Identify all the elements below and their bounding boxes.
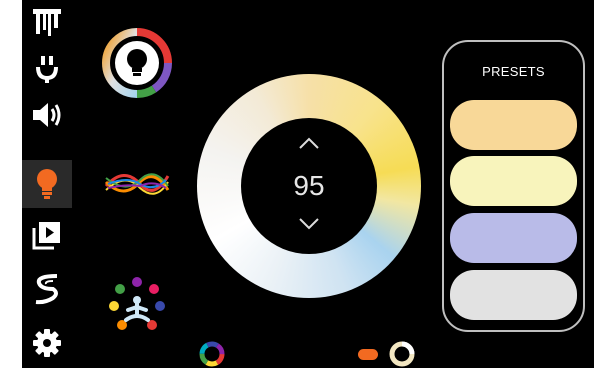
power-icon bbox=[36, 56, 58, 83]
preset-button[interactable] bbox=[450, 270, 577, 320]
chevron-up-icon bbox=[299, 137, 319, 149]
mode-color-waves-button[interactable] bbox=[104, 162, 170, 206]
meditation-icon bbox=[109, 277, 165, 330]
nav-item-logo[interactable] bbox=[22, 0, 72, 46]
bulb-color-ring-icon bbox=[102, 28, 172, 98]
toggle-white-ring-icon bbox=[358, 341, 415, 367]
nav-item-settings[interactable] bbox=[22, 320, 72, 366]
presets-panel: PRESETS bbox=[442, 40, 585, 332]
color-wheel-toggle-button[interactable] bbox=[198, 340, 226, 368]
mode-meditation-button[interactable] bbox=[106, 276, 168, 338]
nav-item-power[interactable] bbox=[22, 46, 72, 92]
sidebar-nav bbox=[22, 0, 72, 368]
nav-item-volume[interactable] bbox=[22, 92, 72, 138]
lightbulb-icon bbox=[37, 169, 57, 199]
speaker-icon bbox=[33, 103, 61, 127]
wheel-center: 95 bbox=[241, 118, 377, 254]
preset-button[interactable] bbox=[450, 213, 577, 263]
white-mode-toggle[interactable] bbox=[356, 340, 418, 368]
gear-icon bbox=[33, 329, 61, 357]
nav-item-media[interactable] bbox=[22, 212, 72, 258]
media-library-icon bbox=[32, 222, 60, 250]
value-display: 95 bbox=[293, 170, 325, 201]
chevron-down-icon bbox=[299, 218, 319, 230]
nav-item-lighting[interactable] bbox=[22, 160, 72, 208]
presets-title: PRESETS bbox=[482, 64, 545, 79]
color-ring-icon bbox=[199, 341, 225, 367]
decrease-button[interactable] bbox=[298, 217, 320, 236]
mode-color-temperature-button[interactable] bbox=[102, 28, 172, 98]
increase-button[interactable] bbox=[298, 136, 320, 155]
brand-logo-icon bbox=[33, 9, 61, 36]
preset-button[interactable] bbox=[450, 100, 577, 150]
color-temperature-wheel[interactable]: 95 bbox=[197, 74, 421, 298]
swirl-icon bbox=[35, 274, 58, 305]
nav-item-scenes[interactable] bbox=[22, 266, 72, 312]
preset-button[interactable] bbox=[450, 156, 577, 206]
app-screen: 95 PRESETS bbox=[22, 0, 594, 368]
color-waves-icon bbox=[104, 173, 170, 195]
